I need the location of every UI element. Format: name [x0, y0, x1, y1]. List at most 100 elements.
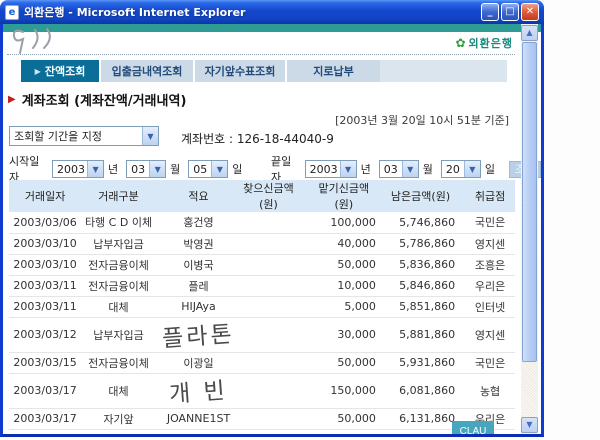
- scrollbar-thumb[interactable]: [522, 42, 537, 362]
- month-suffix: 월: [423, 161, 433, 177]
- cell-branch: 조흥은: [465, 254, 515, 275]
- tab-cashiers-check-inquiry[interactable]: 자기앞수표조회: [193, 60, 285, 82]
- table-row: 2003/03/15전자금융이체이광일50,0005,931,860국민은: [9, 352, 515, 373]
- browser-window: e 외환은행 - Microsoft Internet Explorer _ □…: [0, 0, 544, 437]
- cell-withdraw: [241, 408, 312, 429]
- flower-icon: ✿: [455, 37, 465, 49]
- end-month-select[interactable]: 03 ▼: [379, 160, 419, 178]
- day-suffix: 일: [485, 161, 495, 177]
- tab-deposit-withdrawal-history[interactable]: 입출금내역조회: [99, 60, 193, 82]
- cell-type: 대체: [81, 296, 156, 317]
- cell-withdraw: [241, 275, 312, 296]
- start-month-select[interactable]: 03 ▼: [126, 160, 166, 178]
- pen-scribble: [9, 26, 79, 56]
- table-row: 2003/03/10납부자입금박영권40,0005,786,860영지센: [9, 233, 515, 254]
- table-row: 2003/03/10전자금융이체이병국50,0005,836,860조흥은: [9, 254, 515, 275]
- transactions-table: 거래일자 거래구분 적요 찾으신금액(원) 맡기신금액(원) 남은금액(원) 취…: [9, 180, 515, 430]
- chevron-down-icon: ▼: [87, 161, 103, 177]
- cell-desc: 개 빈: [156, 373, 241, 408]
- scroll-down-icon[interactable]: ▼: [521, 417, 538, 433]
- bank-logo-text: 외환은행: [469, 35, 513, 51]
- header-branch: 취급점: [465, 180, 515, 212]
- cell-desc: JOANNE1ST: [156, 408, 241, 429]
- header-description: 적요: [156, 180, 241, 212]
- cell-desc: 플라톤: [156, 317, 241, 352]
- chevron-down-icon: ▼: [464, 161, 480, 177]
- header-deposit-amount: 맡기신금액(원): [312, 180, 386, 212]
- chevron-down-icon: ▼: [402, 161, 418, 177]
- page-title-row: ▶ 계좌조회 (계좌잔액/거래내역): [8, 90, 186, 109]
- cell-deposit: 50,000: [312, 254, 386, 275]
- handwritten-annotation: 플라톤: [161, 314, 236, 353]
- header-transaction-date: 거래일자: [9, 180, 81, 212]
- cell-branch: 영지센: [465, 233, 515, 254]
- handwritten-annotation: 개 빈: [168, 370, 229, 408]
- cell-deposit: 40,000: [312, 233, 386, 254]
- cell-type: 납부자입금: [81, 317, 156, 352]
- account-number-row: 계좌번호 : 126-18-44040-9: [181, 130, 334, 147]
- cell-desc: 이병국: [156, 254, 241, 275]
- window-title: 외환은행 - Microsoft Internet Explorer: [24, 4, 481, 20]
- cell-deposit: 10,000: [312, 275, 386, 296]
- cell-deposit: 150,000: [312, 373, 386, 408]
- cell-branch: 국민은: [465, 212, 515, 233]
- cell-desc: 홍건영: [156, 212, 241, 233]
- end-year-select[interactable]: 2003 ▼: [305, 160, 357, 178]
- cell-date: 2003/03/06: [9, 212, 81, 233]
- chevron-down-icon: ▼: [149, 161, 165, 177]
- page-title: 계좌조회 (계좌잔액/거래내역): [22, 90, 187, 109]
- cell-balance: 6,081,860: [386, 373, 465, 408]
- period-select[interactable]: 조회할 기간을 지정 ▼: [9, 126, 159, 146]
- cell-deposit: 30,000: [312, 317, 386, 352]
- cell-desc: 이광일: [156, 352, 241, 373]
- footer-button[interactable]: CLAU: [452, 421, 494, 434]
- cell-branch: 우리은: [465, 275, 515, 296]
- title-bar: e 외환은행 - Microsoft Internet Explorer _ □…: [0, 0, 544, 24]
- cell-desc: 박영권: [156, 233, 241, 254]
- minimize-button[interactable]: _: [481, 3, 499, 21]
- tab-giro-payment[interactable]: 지로납부: [285, 60, 380, 82]
- cell-withdraw: [241, 317, 312, 352]
- tab-arrow-icon: ▶: [35, 67, 41, 76]
- cell-desc: 플레: [156, 275, 241, 296]
- cell-type: 대체: [81, 373, 156, 408]
- cell-branch: 영지센: [465, 317, 515, 352]
- ie-page-icon: e: [5, 5, 19, 20]
- start-day-select[interactable]: 05 ▼: [188, 160, 228, 178]
- cell-balance: 5,881,860: [386, 317, 465, 352]
- vertical-scrollbar[interactable]: ▲ ▼: [521, 24, 538, 434]
- account-number-value: 126-18-44040-9: [237, 132, 334, 146]
- cell-date: 2003/03/15: [9, 352, 81, 373]
- cell-deposit: 50,000: [312, 352, 386, 373]
- bank-logo: ✿ 외환은행: [455, 35, 513, 51]
- scroll-up-icon[interactable]: ▲: [521, 25, 538, 41]
- cell-type: 전자금융이체: [81, 254, 156, 275]
- start-year-select[interactable]: 2003 ▼: [52, 160, 104, 178]
- chevron-down-icon: ▼: [142, 127, 158, 145]
- year-suffix: 년: [361, 161, 371, 177]
- maximize-button[interactable]: □: [501, 3, 519, 21]
- table-row: 2003/03/11전자금융이체플레10,0005,846,860우리은: [9, 275, 515, 296]
- cell-branch: 농협: [465, 373, 515, 408]
- cell-balance: 5,786,860: [386, 233, 465, 254]
- tab-balance-inquiry[interactable]: ▶ 잔액조회: [21, 60, 99, 82]
- cell-withdraw: [241, 296, 312, 317]
- cell-withdraw: [241, 352, 312, 373]
- transactions-body: 2003/03/06타행 C D 이체홍건영100,0005,746,860국민…: [9, 212, 515, 429]
- cell-date: 2003/03/12: [9, 317, 81, 352]
- cell-date: 2003/03/10: [9, 254, 81, 275]
- cell-date: 2003/03/11: [9, 275, 81, 296]
- table-row: 2003/03/17대체개 빈150,0006,081,860농협: [9, 373, 515, 408]
- dotted-divider: [7, 54, 515, 55]
- cell-date: 2003/03/11: [9, 296, 81, 317]
- year-suffix: 년: [108, 161, 118, 177]
- close-button[interactable]: ✕: [521, 3, 539, 21]
- screenshot-stage: e 외환은행 - Microsoft Internet Explorer _ □…: [0, 0, 600, 440]
- table-row: 2003/03/06타행 C D 이체홍건영100,0005,746,860국민…: [9, 212, 515, 233]
- cell-type: 자기앞: [81, 408, 156, 429]
- end-day-select[interactable]: 20 ▼: [441, 160, 481, 178]
- header-transaction-type: 거래구분: [81, 180, 156, 212]
- header-balance: 남은금액(원): [386, 180, 465, 212]
- period-select-value: 조회할 기간을 지정: [10, 128, 142, 144]
- cell-balance: 5,746,860: [386, 212, 465, 233]
